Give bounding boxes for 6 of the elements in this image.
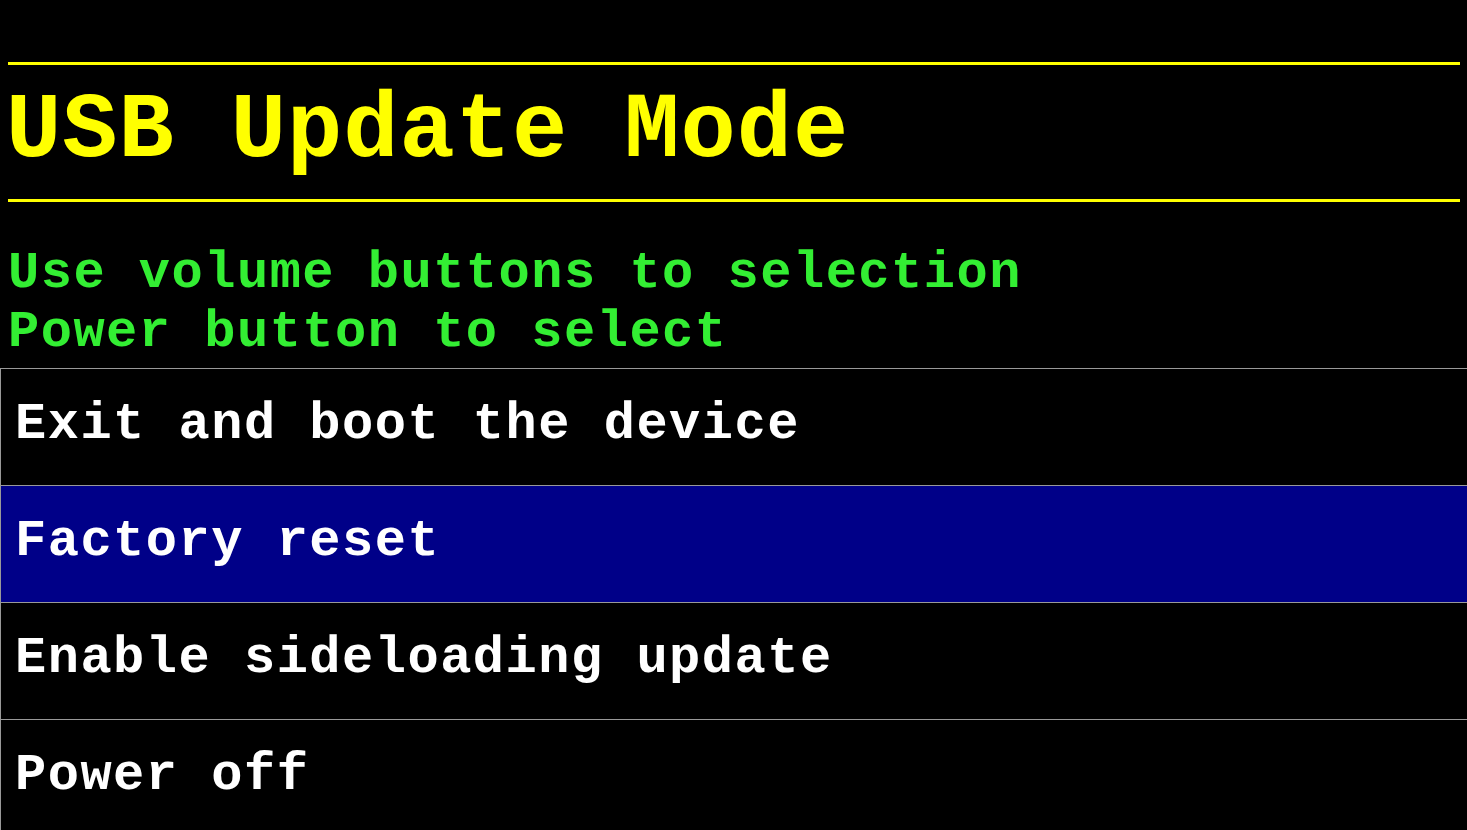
menu-item[interactable]: Factory reset	[0, 485, 1467, 602]
menu-item[interactable]: Enable sideloading update	[0, 602, 1467, 719]
instruction-text: Use volume buttons to selection	[8, 244, 1023, 303]
screen-title: USB Update Mode	[5, 78, 851, 186]
instruction-text: Power button to select	[8, 303, 729, 362]
menu-item[interactable]: Power off	[0, 719, 1467, 830]
